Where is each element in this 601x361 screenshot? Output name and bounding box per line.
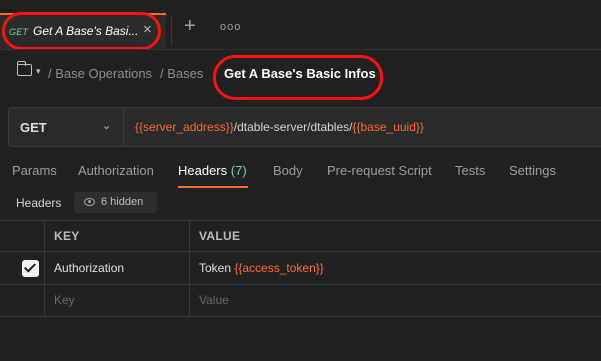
active-tab-indicator: [178, 186, 248, 188]
new-tab-plus-icon[interactable]: +: [184, 15, 196, 38]
breadcrumb-bases[interactable]: / Bases: [160, 66, 203, 81]
header-value-cell[interactable]: Token {{access_token}}: [199, 261, 324, 275]
divider: [0, 49, 601, 50]
column-header-key: KEY: [54, 229, 80, 243]
method-label: GET: [20, 120, 47, 135]
headers-table: KEY VALUE Authorization Token {{access_t…: [0, 220, 601, 317]
tab-headers-count: (7): [230, 163, 247, 178]
tab-tests[interactable]: Tests: [455, 163, 485, 178]
url-input[interactable]: {{server_address}}/dtable-server/dtables…: [124, 107, 601, 147]
headers-section-label: Headers: [16, 196, 62, 210]
hidden-headers-toggle[interactable]: 6 hidden: [74, 192, 157, 213]
column-header-value: VALUE: [199, 229, 241, 243]
header-value-prefix: Token: [199, 261, 235, 275]
tab-title: Get A Base's Basi...: [33, 24, 139, 38]
tab-body[interactable]: Body: [273, 163, 303, 178]
table-border: [0, 316, 601, 317]
tab-bar: GET Get A Base's Basi... × + ooo: [0, 0, 601, 49]
hidden-count: 6 hidden: [101, 196, 144, 208]
tab-headers[interactable]: Headers (7): [178, 163, 247, 178]
url-text: {{server_address}}/dtable-server/dtables…: [135, 120, 424, 134]
close-icon[interactable]: ×: [143, 21, 152, 38]
collection-folder-icon[interactable]: [17, 61, 32, 76]
breadcrumb-base-operations[interactable]: / Base Operations: [48, 66, 152, 81]
tab-method-badge: GET: [9, 27, 29, 37]
tab-authorization[interactable]: Authorization: [78, 163, 154, 178]
url-path: /dtable-server/dtables/: [233, 120, 353, 134]
url-var-base-uuid: {{base_uuid}}: [352, 120, 424, 134]
new-key-input[interactable]: Key: [54, 293, 75, 307]
header-value-var: {{access_token}}: [234, 261, 324, 275]
chevron-down-icon: ⌄: [102, 120, 112, 132]
header-key-cell[interactable]: Authorization: [54, 261, 124, 275]
tab-settings[interactable]: Settings: [509, 163, 556, 178]
tab-divider: [171, 16, 172, 46]
tab-get-base-basic-infos[interactable]: GET Get A Base's Basi... ×: [0, 13, 166, 49]
tab-headers-label: Headers: [178, 163, 228, 178]
url-var-server-address: {{server_address}}: [135, 120, 234, 134]
row-enabled-checkbox[interactable]: [22, 260, 39, 277]
tab-pre-request-script[interactable]: Pre-request Script: [327, 163, 432, 178]
request-title[interactable]: Get A Base's Basic Infos: [224, 66, 376, 81]
eye-icon: [84, 198, 95, 206]
table-border: [0, 220, 601, 221]
method-select[interactable]: GET ⌄: [8, 107, 124, 147]
new-value-input[interactable]: Value: [199, 293, 229, 307]
table-row-new: Key Value: [0, 285, 601, 316]
check-icon: [23, 260, 37, 273]
tab-params[interactable]: Params: [12, 163, 57, 178]
more-options-icon[interactable]: ooo: [220, 21, 241, 33]
chevron-down-icon[interactable]: ▾: [36, 66, 41, 77]
table-row: Authorization Token {{access_token}}: [0, 252, 601, 284]
